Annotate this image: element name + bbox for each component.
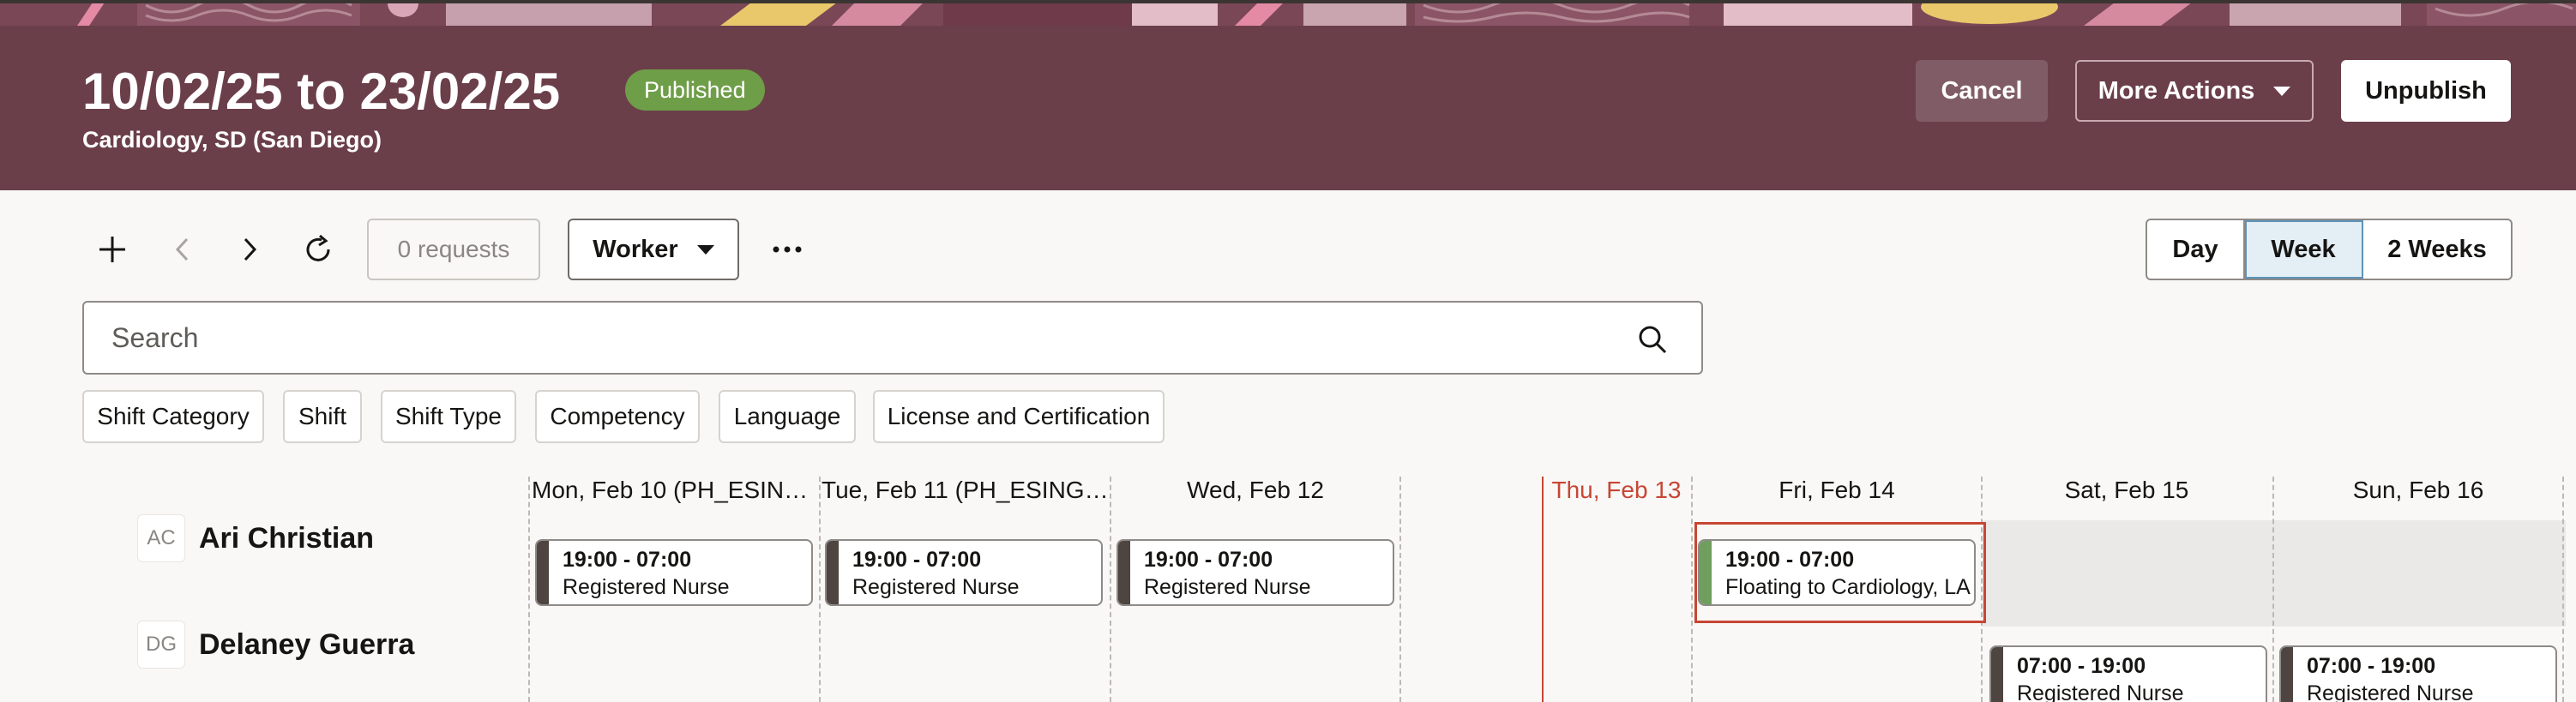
chevron-left-icon[interactable] <box>163 230 202 269</box>
shift-card[interactable]: 19:00 - 07:00 Registered Nurse <box>825 539 1103 606</box>
worker-name: Ari Christian <box>199 521 375 555</box>
shift-card[interactable]: 19:00 - 07:00 Registered Nurse <box>1116 539 1394 606</box>
plus-icon[interactable] <box>91 230 134 269</box>
more-actions-label: More Actions <box>2098 76 2255 105</box>
shift-role: Registered Nurse <box>1144 575 1311 599</box>
day-divider <box>1691 477 1693 702</box>
day-divider <box>1399 477 1401 702</box>
more-actions-button[interactable]: More Actions <box>2075 60 2314 122</box>
day-divider <box>819 477 821 702</box>
view-by-select[interactable]: Worker <box>568 219 739 280</box>
shift-role: Registered Nurse <box>2307 681 2474 702</box>
weekend-shading <box>1983 520 2566 627</box>
filter-label: Competency <box>550 403 685 429</box>
more-horizontal-icon[interactable] <box>765 230 810 269</box>
filter-language[interactable]: Language <box>719 390 856 443</box>
window-top-edge <box>0 0 2576 3</box>
shift-time: 19:00 - 07:00 <box>852 548 982 572</box>
chevron-right-icon[interactable] <box>230 230 269 269</box>
shift-role: Registered Nurse <box>852 575 1020 599</box>
shift-card-selected[interactable]: 19:00 - 07:00 Floating to Cardiology, LA <box>1698 539 1976 606</box>
day-header-wed: Wed, Feb 12 <box>1187 477 1324 503</box>
filter-label: Shift Type <box>394 403 502 429</box>
view-by-label: Worker <box>593 235 678 263</box>
range-2-weeks[interactable]: 2 Weeks <box>2363 220 2511 279</box>
shift-color-bar <box>2281 647 2293 702</box>
worker-row-label[interactable]: DG Delaney Guerra <box>137 619 414 670</box>
day-header-sun: Sun, Feb 16 <box>2352 477 2484 503</box>
cancel-button[interactable]: Cancel <box>1916 60 2048 122</box>
unpublish-button[interactable]: Unpublish <box>2341 60 2511 122</box>
caret-down-icon <box>2273 86 2291 96</box>
search-icon[interactable] <box>1633 320 1672 359</box>
shift-color-bar <box>1118 541 1130 604</box>
caret-down-icon <box>696 244 714 255</box>
day-header-thu: Thu, Feb 13 <box>1551 477 1682 503</box>
range-week[interactable]: Week <box>2245 220 2363 279</box>
filter-label: Language <box>733 403 841 429</box>
cancel-button-label: Cancel <box>1941 76 2023 105</box>
shift-time: 19:00 - 07:00 <box>1725 548 1855 572</box>
range-day-label: Day <box>2172 235 2218 263</box>
day-header-sat: Sat, Feb 15 <box>2064 477 2189 503</box>
unpublish-button-label: Unpublish <box>2365 76 2487 105</box>
page-subtitle: Cardiology, SD (San Diego) <box>82 127 382 153</box>
worker-row-label[interactable]: AC Ari Christian <box>137 513 374 564</box>
avatar: AC <box>137 514 185 562</box>
shift-time: 19:00 - 07:00 <box>563 548 692 572</box>
shift-color-bar <box>1991 647 2003 702</box>
shift-role: Registered Nurse <box>563 575 730 599</box>
avatar: DG <box>137 621 185 669</box>
search-input[interactable]: Search <box>82 301 1703 375</box>
shift-time: 07:00 - 19:00 <box>2017 654 2146 678</box>
shift-color-bar <box>827 541 839 604</box>
day-divider <box>528 477 530 702</box>
shift-time: 07:00 - 19:00 <box>2307 654 2436 678</box>
filter-label: Shift <box>298 403 347 429</box>
search-placeholder: Search <box>111 322 199 353</box>
range-day[interactable]: Day <box>2147 220 2245 279</box>
page-title: 10/02/25 to 23/02/25 <box>82 63 561 120</box>
shift-card[interactable]: 07:00 - 19:00 Registered Nurse <box>1989 645 2267 702</box>
filter-shift-category[interactable]: Shift Category <box>82 390 264 443</box>
shift-time: 19:00 - 07:00 <box>1144 548 1273 572</box>
shift-role: Floating to Cardiology, LA <box>1725 575 1971 599</box>
filter-label: Shift Category <box>97 403 250 429</box>
filter-shift[interactable]: Shift <box>283 390 362 443</box>
filter-label: License and Certification <box>887 403 1151 429</box>
day-header-mon: Mon, Feb 10 (PH_ESINGAPORE) <box>532 477 820 503</box>
day-header-fri: Fri, Feb 14 <box>1779 477 1895 503</box>
filter-license-certification[interactable]: License and Certification <box>873 390 1165 443</box>
day-divider <box>1110 477 1111 702</box>
range-week-label: Week <box>2271 235 2336 263</box>
day-divider <box>2562 477 2564 702</box>
shift-card[interactable]: 07:00 - 19:00 Registered Nurse <box>2279 645 2557 702</box>
shift-color-bar <box>1700 541 1712 604</box>
shift-color-bar <box>537 541 549 604</box>
range-2-weeks-label: 2 Weeks <box>2387 235 2487 263</box>
shift-card[interactable]: 19:00 - 07:00 Registered Nurse <box>535 539 813 606</box>
day-divider <box>2272 477 2274 702</box>
shift-role: Registered Nurse <box>2017 681 2184 702</box>
decorative-pattern-strip <box>0 0 2576 26</box>
requests-label: 0 requests <box>397 236 510 262</box>
range-selector: Day Week 2 Weeks <box>2146 219 2513 280</box>
day-header-tue: Tue, Feb 11 (PH_ESINGAPORE) <box>822 477 1110 503</box>
requests-button[interactable]: 0 requests <box>367 219 540 280</box>
worker-name: Delaney Guerra <box>199 627 415 661</box>
status-badge: Published <box>625 69 765 111</box>
filter-shift-type[interactable]: Shift Type <box>381 390 516 443</box>
today-indicator <box>1542 477 1544 702</box>
filter-competency[interactable]: Competency <box>535 390 700 443</box>
refresh-icon[interactable] <box>297 230 340 269</box>
